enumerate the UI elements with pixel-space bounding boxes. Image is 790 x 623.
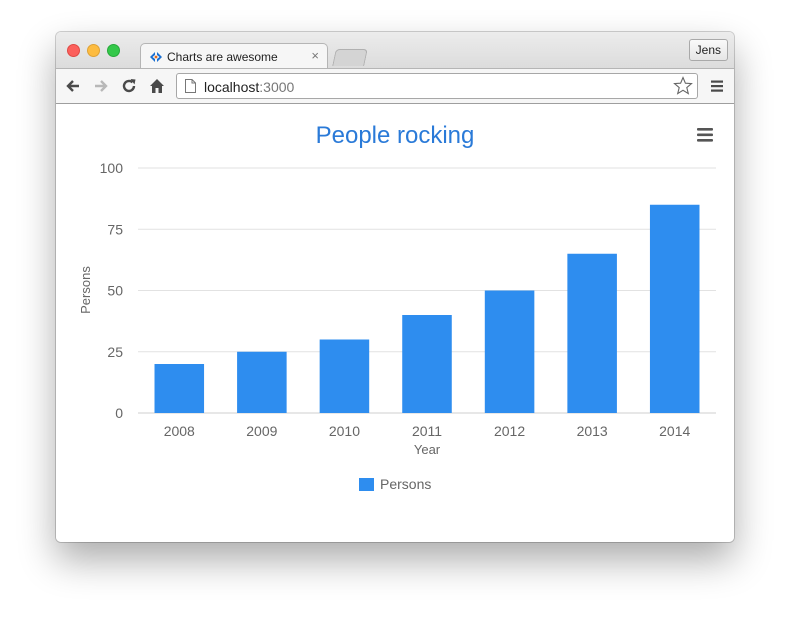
y-tick-label: 100 (100, 160, 124, 176)
arrow-right-icon[interactable] (92, 77, 110, 95)
x-tick-label: 2010 (329, 423, 360, 439)
bar-2009[interactable] (237, 351, 287, 413)
maximize-window-button[interactable] (107, 44, 120, 57)
y-tick-label: 0 (115, 405, 123, 421)
browser-window: Charts are awesome × Jens localhost:3000 (56, 32, 734, 542)
browser-toolbar: localhost:3000 (56, 68, 734, 104)
new-tab-button[interactable] (332, 49, 368, 66)
hamburger-menu-icon[interactable] (710, 79, 724, 93)
tab-close-icon[interactable]: × (311, 48, 319, 63)
x-tick-label: 2013 (577, 423, 608, 439)
legend-label: Persons (380, 476, 431, 492)
x-tick-label: 2012 (494, 423, 525, 439)
home-icon[interactable] (148, 77, 166, 95)
bars (154, 204, 700, 414)
browser-tab[interactable]: Charts are awesome × (140, 43, 328, 69)
x-tick-label: 2009 (246, 423, 277, 439)
arrow-left-icon[interactable] (64, 77, 82, 95)
x-axis-label: Year (414, 442, 441, 457)
y-axis-ticks: 0 25 50 75 100 (100, 160, 124, 421)
url-port: :3000 (259, 79, 295, 95)
url-text: localhost:3000 (204, 79, 294, 95)
bar-2011[interactable] (402, 315, 452, 413)
x-tick-label: 2008 (164, 423, 195, 439)
x-tick-label: 2014 (659, 423, 690, 439)
bar-2013[interactable] (567, 253, 617, 413)
bar-2012[interactable] (484, 290, 535, 414)
x-axis-ticks: 2008 2009 2010 2011 2012 2013 2014 (164, 423, 691, 439)
bar-2008[interactable] (154, 364, 205, 413)
minimize-window-button[interactable] (87, 44, 100, 57)
close-window-button[interactable] (67, 44, 80, 57)
y-tick-label: 50 (107, 283, 123, 299)
url-host: localhost (204, 79, 260, 95)
kendo-favicon-icon (150, 52, 162, 62)
star-icon[interactable] (673, 76, 693, 96)
legend: Persons (359, 476, 431, 492)
y-tick-label: 75 (107, 221, 123, 237)
bar-chart: People rocking 0255075100 2008 2009 2010 20… (78, 122, 716, 492)
chart-menu-icon[interactable] (697, 128, 713, 142)
legend-swatch (359, 478, 374, 491)
chart-title: People rocking (316, 122, 475, 149)
bar-2010[interactable] (319, 339, 370, 414)
profile-button[interactable]: Jens (688, 39, 728, 61)
title-bar: Charts are awesome × Jens (56, 32, 734, 69)
reload-icon[interactable] (120, 77, 138, 95)
y-axis-label: Persons (78, 266, 93, 314)
y-tick-label: 25 (107, 344, 123, 360)
bar-2014[interactable] (649, 204, 700, 413)
page-content: People rocking 0 25 50 75 100 2008 2009 2010 20… (56, 104, 734, 542)
address-bar[interactable]: localhost:3000 (176, 73, 698, 99)
x-tick-label: 2011 (412, 423, 442, 439)
page-icon (185, 79, 196, 93)
tab-title: Charts are awesome (167, 50, 278, 64)
